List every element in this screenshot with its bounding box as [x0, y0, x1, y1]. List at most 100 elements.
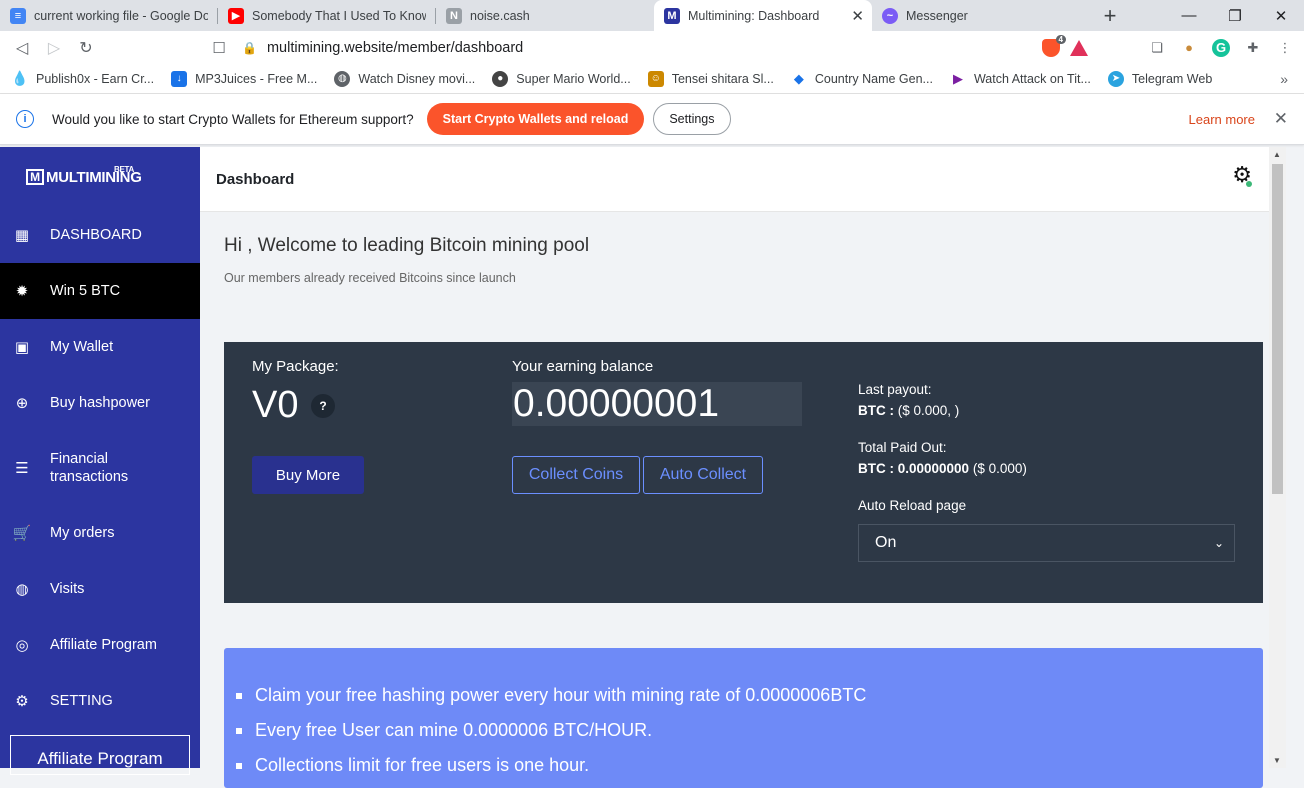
- bookmark-country-gen[interactable]: ◆ Country Name Gen...: [791, 71, 933, 87]
- shield-badge: 4: [1055, 34, 1066, 44]
- mp3juices-icon: ↓: [171, 70, 188, 87]
- tab-title: current working file - Google Doc: [34, 8, 208, 23]
- page-title: Dashboard: [216, 170, 295, 188]
- collect-coins-button[interactable]: Collect Coins: [512, 456, 640, 494]
- tab-messenger[interactable]: ~ Messenger: [872, 0, 1090, 31]
- learn-more-link[interactable]: Learn more: [1189, 112, 1255, 127]
- bookmark-label: Country Name Gen...: [814, 71, 933, 86]
- tab-multimining[interactable]: M Multimining: Dashboard ✕: [654, 0, 872, 31]
- scrollbar-thumb[interactable]: [1272, 164, 1283, 494]
- extensions-puzzle-icon[interactable]: ✚: [1244, 39, 1262, 57]
- youtube-icon: ▶: [228, 7, 244, 24]
- brave-shield-icon[interactable]: 4: [1042, 34, 1066, 57]
- sidebar-item-label: Win 5 BTC: [50, 283, 121, 299]
- sidebar-item-my-orders[interactable]: 🛒 My orders: [0, 505, 200, 561]
- auto-reload-selected-value: On: [875, 534, 897, 551]
- extension-copy-icon[interactable]: ❏: [1148, 39, 1166, 57]
- publish0x-icon: 💧: [11, 70, 29, 86]
- sidebar-item-label: Financial transactions: [50, 451, 129, 485]
- extension-icons: ❏ ● G ✚ ⋮: [1148, 38, 1294, 57]
- close-infobar-icon[interactable]: ✕: [1274, 109, 1288, 129]
- sidebar-item-visits[interactable]: ◍ Visits: [0, 561, 200, 617]
- bookmark-telegram[interactable]: ➤ Telegram Web: [1107, 70, 1213, 87]
- auto-reload-select[interactable]: On ⌄: [858, 524, 1235, 562]
- sidebar-item-win-5-btc[interactable]: ✹ Win 5 BTC: [0, 263, 200, 319]
- address-toolbar: ◁ ▷ ↻ ☐ 🔒 multimining.website/member/das…: [0, 31, 1304, 64]
- earning-balance-label: Your earning balance: [512, 358, 654, 375]
- receipt-icon: ☰: [15, 460, 29, 477]
- lock-icon[interactable]: 🔒: [242, 41, 257, 55]
- dashboard-icon: ▦: [14, 227, 30, 244]
- bookmarks-bar: 💧 Publish0x - Earn Cr... ↓ MP3Juices - Fre…: [0, 64, 1304, 94]
- sidebar-item-financial-transactions[interactable]: ☰ Financial transactions: [0, 431, 200, 505]
- sidebar-item-affiliate-program[interactable]: ◎ Affiliate Program: [0, 617, 200, 673]
- grammarly-icon[interactable]: G: [1212, 38, 1230, 57]
- buy-more-button[interactable]: Buy More: [252, 456, 364, 494]
- brave-shields: 4: [1042, 34, 1088, 57]
- tab-google-docs[interactable]: ≡ current working file - Google Doc: [0, 0, 218, 31]
- noise-cash-icon: N: [446, 7, 462, 24]
- menu-dots-icon[interactable]: ⋮: [1276, 39, 1294, 57]
- sidebar-item-label: SETTING: [50, 693, 113, 709]
- plus-circle-icon: ⊕: [15, 395, 29, 412]
- restore-icon[interactable]: ❐: [1212, 0, 1258, 31]
- bookmark-publish0x[interactable]: 💧 Publish0x - Earn Cr...: [11, 70, 154, 87]
- tab-youtube[interactable]: ▶ Somebody That I Used To Know -: [218, 0, 436, 31]
- tab-title: noise.cash: [470, 8, 530, 23]
- online-status-dot: [1246, 181, 1252, 187]
- telegram-icon: ➤: [1107, 70, 1124, 87]
- beta-badge: BETA: [114, 165, 134, 174]
- back-icon[interactable]: ◁: [6, 32, 38, 64]
- sidebar-item-label: Buy hashpower: [50, 395, 150, 411]
- bookmark-tensei[interactable]: ☺ Tensei shitara Sl...: [647, 70, 774, 87]
- welcome-heading: Hi , Welcome to leading Bitcoin mining p…: [224, 235, 590, 256]
- bookmark-attack-on-titan[interactable]: ▶ Watch Attack on Tit...: [950, 71, 1091, 87]
- last-payout-btc-label: BTC :: [858, 403, 894, 418]
- info-icon: i: [16, 110, 34, 128]
- infobar-settings-button[interactable]: Settings: [653, 103, 731, 135]
- bookmark-label: Tensei shitara Sl...: [671, 71, 774, 86]
- scroll-down-icon[interactable]: ▼: [1273, 756, 1281, 765]
- total-paid-label: Total Paid Out:: [858, 440, 947, 455]
- notice-list: Claim your free hashing power every hour…: [236, 678, 866, 783]
- page-scrollbar[interactable]: ▲ ▼: [1269, 147, 1286, 768]
- last-payout-value: BTC : ($ 0.000, ): [858, 403, 959, 418]
- sidebar-item-label: Visits: [50, 581, 85, 597]
- address-bar[interactable]: 🔒 multimining.website/member/dashboard: [234, 34, 1032, 62]
- bookmark-mario[interactable]: ● Super Mario World...: [492, 70, 631, 87]
- bookmark-label: MP3Juices - Free M...: [195, 71, 318, 86]
- bookmark-page-icon[interactable]: ☐: [204, 39, 234, 57]
- more-bookmarks-icon[interactable]: »: [1280, 71, 1288, 87]
- brave-rewards-icon[interactable]: [1070, 39, 1088, 56]
- page-header: Dashboard ⚙: [200, 147, 1286, 212]
- bookmark-disney[interactable]: ◍ Watch Disney movi...: [334, 70, 475, 87]
- affiliate-program-button[interactable]: Affiliate Program: [10, 735, 190, 775]
- logo[interactable]: M MULTIMINING BETA: [0, 147, 200, 207]
- bookmark-mp3juices[interactable]: ↓ MP3Juices - Free M...: [171, 70, 318, 87]
- auto-collect-button[interactable]: Auto Collect: [643, 456, 763, 494]
- extension-cookie-icon[interactable]: ●: [1180, 39, 1198, 57]
- minimize-icon[interactable]: —: [1166, 0, 1212, 31]
- main-content: Dashboard ⚙ Hi , Welcome to leading Bitc…: [200, 147, 1286, 788]
- start-crypto-wallets-button[interactable]: Start Crypto Wallets and reload: [426, 103, 645, 135]
- close-tab-icon[interactable]: ✕: [851, 7, 864, 25]
- bookmark-label: Watch Attack on Tit...: [973, 71, 1091, 86]
- total-paid-usd: ($ 0.000): [972, 461, 1027, 476]
- broadcast-icon: ◎: [15, 637, 29, 654]
- close-window-icon[interactable]: ✕: [1258, 0, 1304, 31]
- bookmark-label: Telegram Web: [1131, 71, 1213, 86]
- sidebar-item-buy-hashpower[interactable]: ⊕ Buy hashpower: [0, 375, 200, 431]
- auto-reload-label: Auto Reload page: [858, 498, 967, 513]
- sidebar-item-dashboard[interactable]: ▦ DASHBOARD: [0, 207, 200, 263]
- sidebar-item-setting[interactable]: ⚙ SETTING: [0, 673, 200, 729]
- country-gen-icon: ◆: [793, 70, 804, 86]
- tab-title: Somebody That I Used To Know -: [252, 8, 426, 23]
- multimining-icon: M: [664, 7, 680, 24]
- new-tab-button[interactable]: +: [1090, 0, 1130, 31]
- sidebar-item-my-wallet[interactable]: ▣ My Wallet: [0, 319, 200, 375]
- package-help-icon[interactable]: ?: [311, 394, 335, 418]
- scroll-up-icon[interactable]: ▲: [1273, 150, 1281, 159]
- reload-icon[interactable]: ↻: [70, 32, 102, 64]
- forward-icon[interactable]: ▷: [38, 32, 70, 64]
- tab-noise-cash[interactable]: N noise.cash: [436, 0, 654, 31]
